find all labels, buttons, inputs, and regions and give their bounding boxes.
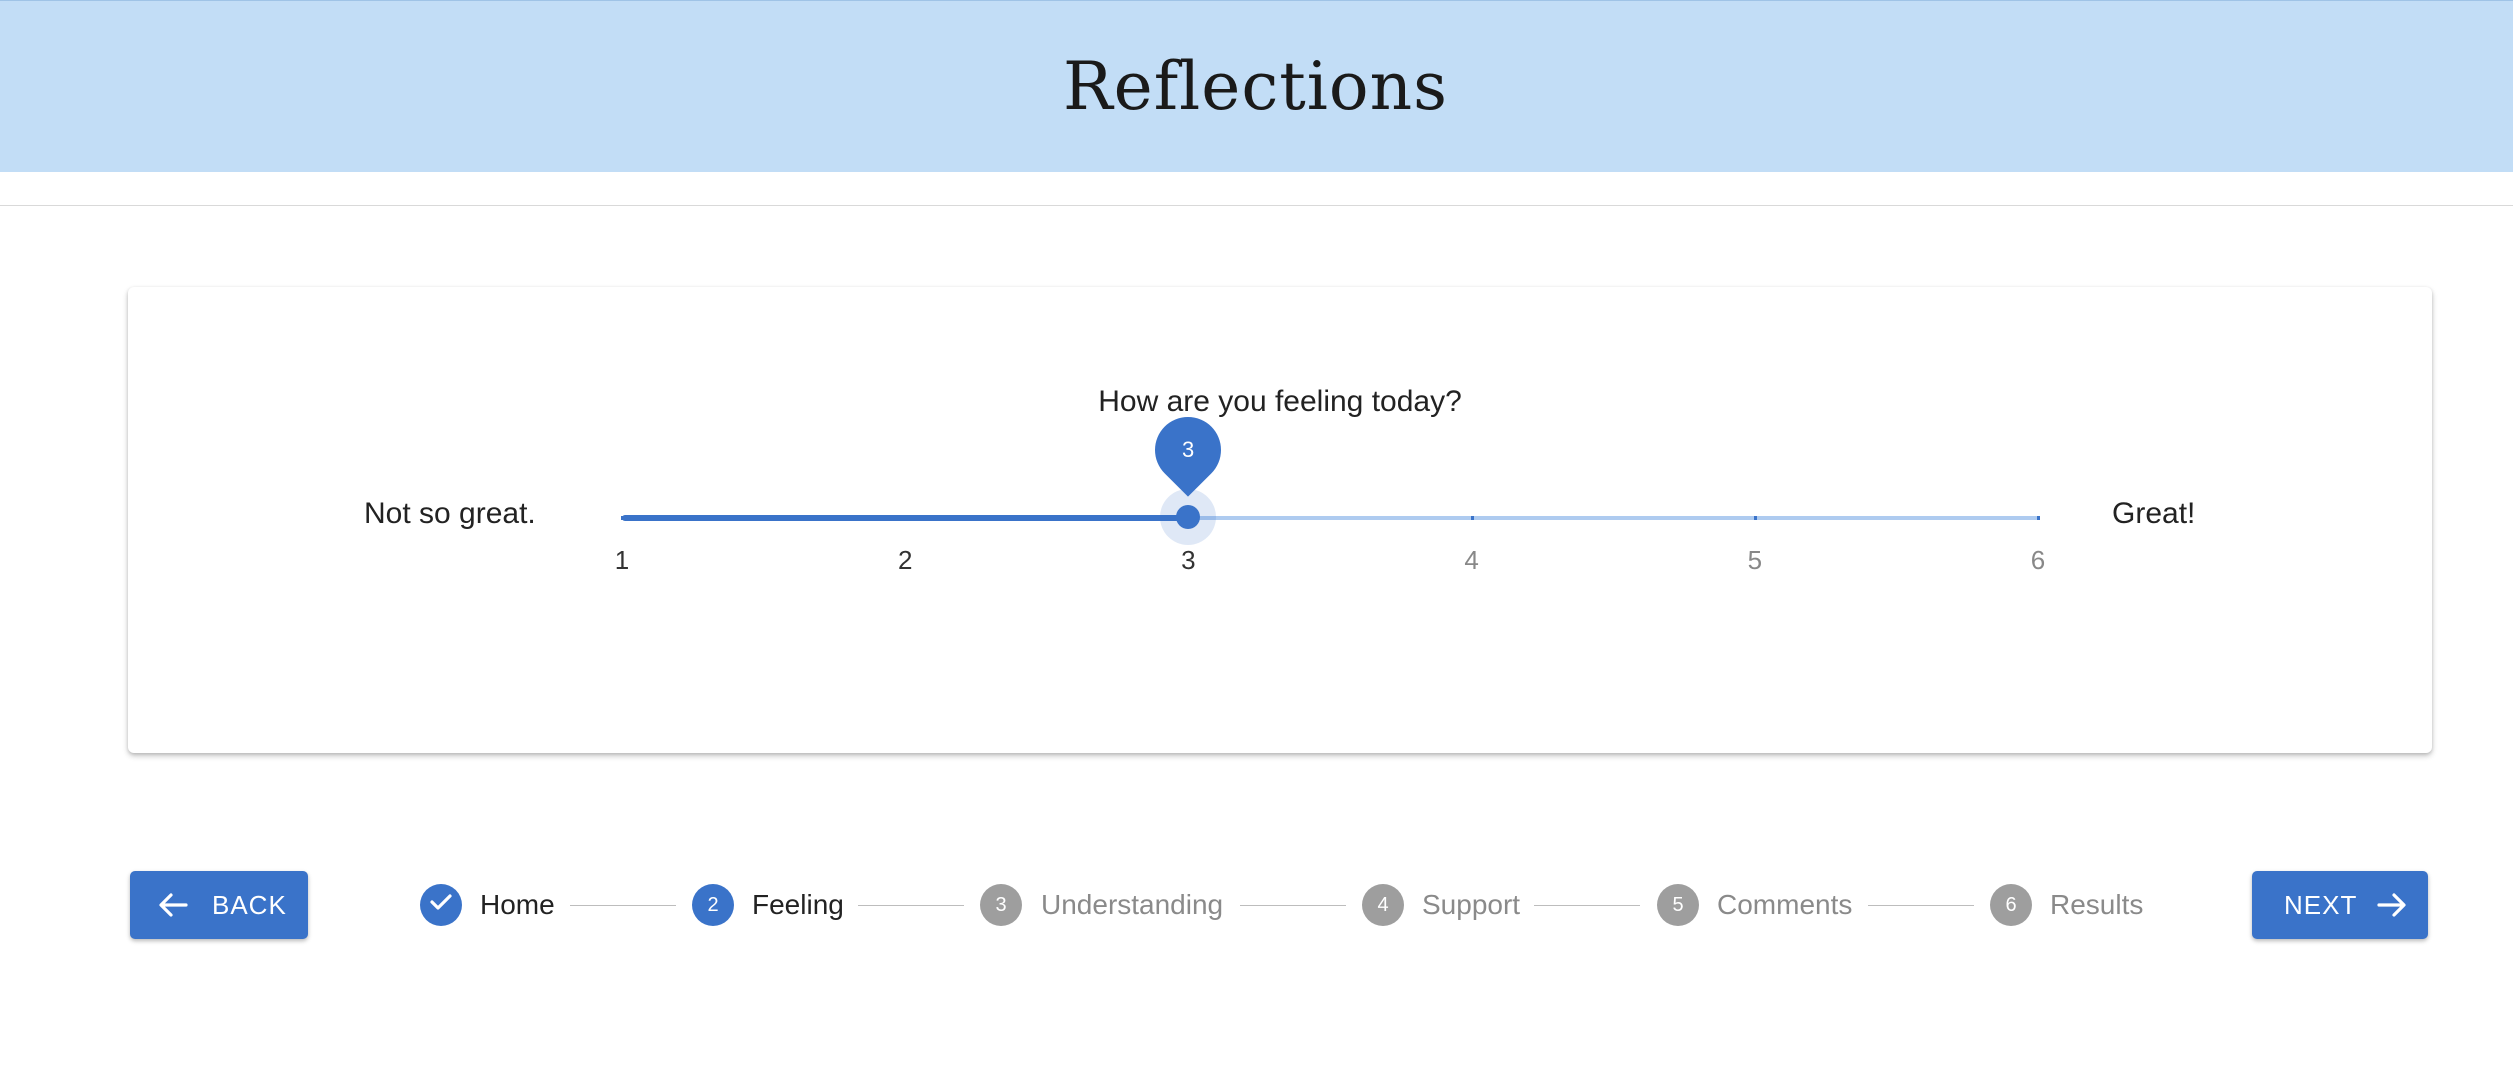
step-3-indicator: 3: [980, 884, 1022, 926]
step-connector: [858, 905, 964, 906]
step-3-label: Understanding: [1041, 889, 1224, 920]
step-6-indicator: 6: [1990, 884, 2032, 926]
step-2-label: Feeling: [752, 889, 844, 920]
slider-tick-label: 2: [897, 545, 913, 575]
progress-stepper: Home 2 Feeling 3 Understanding 4 Support 5 Comme…: [0, 884, 2513, 926]
step-1-label: Home: [480, 889, 555, 920]
step-6-label: Results: [2050, 889, 2144, 920]
app-header: Reflections: [0, 0, 2513, 172]
step-4-indicator: 4: [1362, 884, 1404, 926]
slider-max-label: Great!: [2112, 497, 2196, 530]
slider-tick-label: 6: [2030, 545, 2046, 575]
step-5-indicator: 5: [1657, 884, 1699, 926]
slider-value-label: 3: [1182, 437, 1195, 462]
step-connector: [1240, 905, 1346, 906]
step-2-indicator: 2: [692, 884, 734, 926]
step-1-indicator: [420, 884, 462, 926]
arrow-right-icon: [2377, 892, 2407, 918]
next-button-label: NEXT: [2284, 889, 2358, 920]
step-number: 4: [1377, 893, 1389, 916]
slider-tick-label: 1: [614, 545, 630, 575]
slider-tick-mark: [621, 516, 624, 520]
step-number: 5: [1672, 893, 1684, 916]
slider-tick-mark: [1753, 516, 1757, 520]
step-number: 3: [995, 893, 1007, 916]
slider-tick-mark: [2037, 516, 2040, 520]
check-icon: [429, 892, 453, 918]
page-title: Reflections: [1062, 48, 1449, 125]
slider-tick-label: 3: [1181, 545, 1196, 575]
step-connector: [1868, 905, 1974, 906]
question-card: How are you feeling today? Not so great.…: [128, 287, 2432, 753]
step-5-label: Comments: [1717, 889, 1853, 920]
slider-tick-label: 4: [1464, 545, 1479, 575]
step-4-label: Support: [1422, 889, 1521, 920]
step-number: 6: [2005, 893, 2017, 916]
header-divider: [0, 205, 2513, 206]
slider-tick-label: 5: [1747, 545, 1763, 575]
step-number: 2: [707, 893, 719, 916]
next-button[interactable]: NEXT: [2252, 871, 2428, 939]
question-prompt: How are you feeling today?: [1098, 385, 1462, 418]
step-connector: [1534, 905, 1640, 906]
slider-tick-mark: [904, 516, 908, 520]
step-connector: [570, 905, 676, 906]
slider-tick-mark: [1470, 516, 1474, 520]
slider-min-label: Not so great.: [364, 497, 536, 530]
